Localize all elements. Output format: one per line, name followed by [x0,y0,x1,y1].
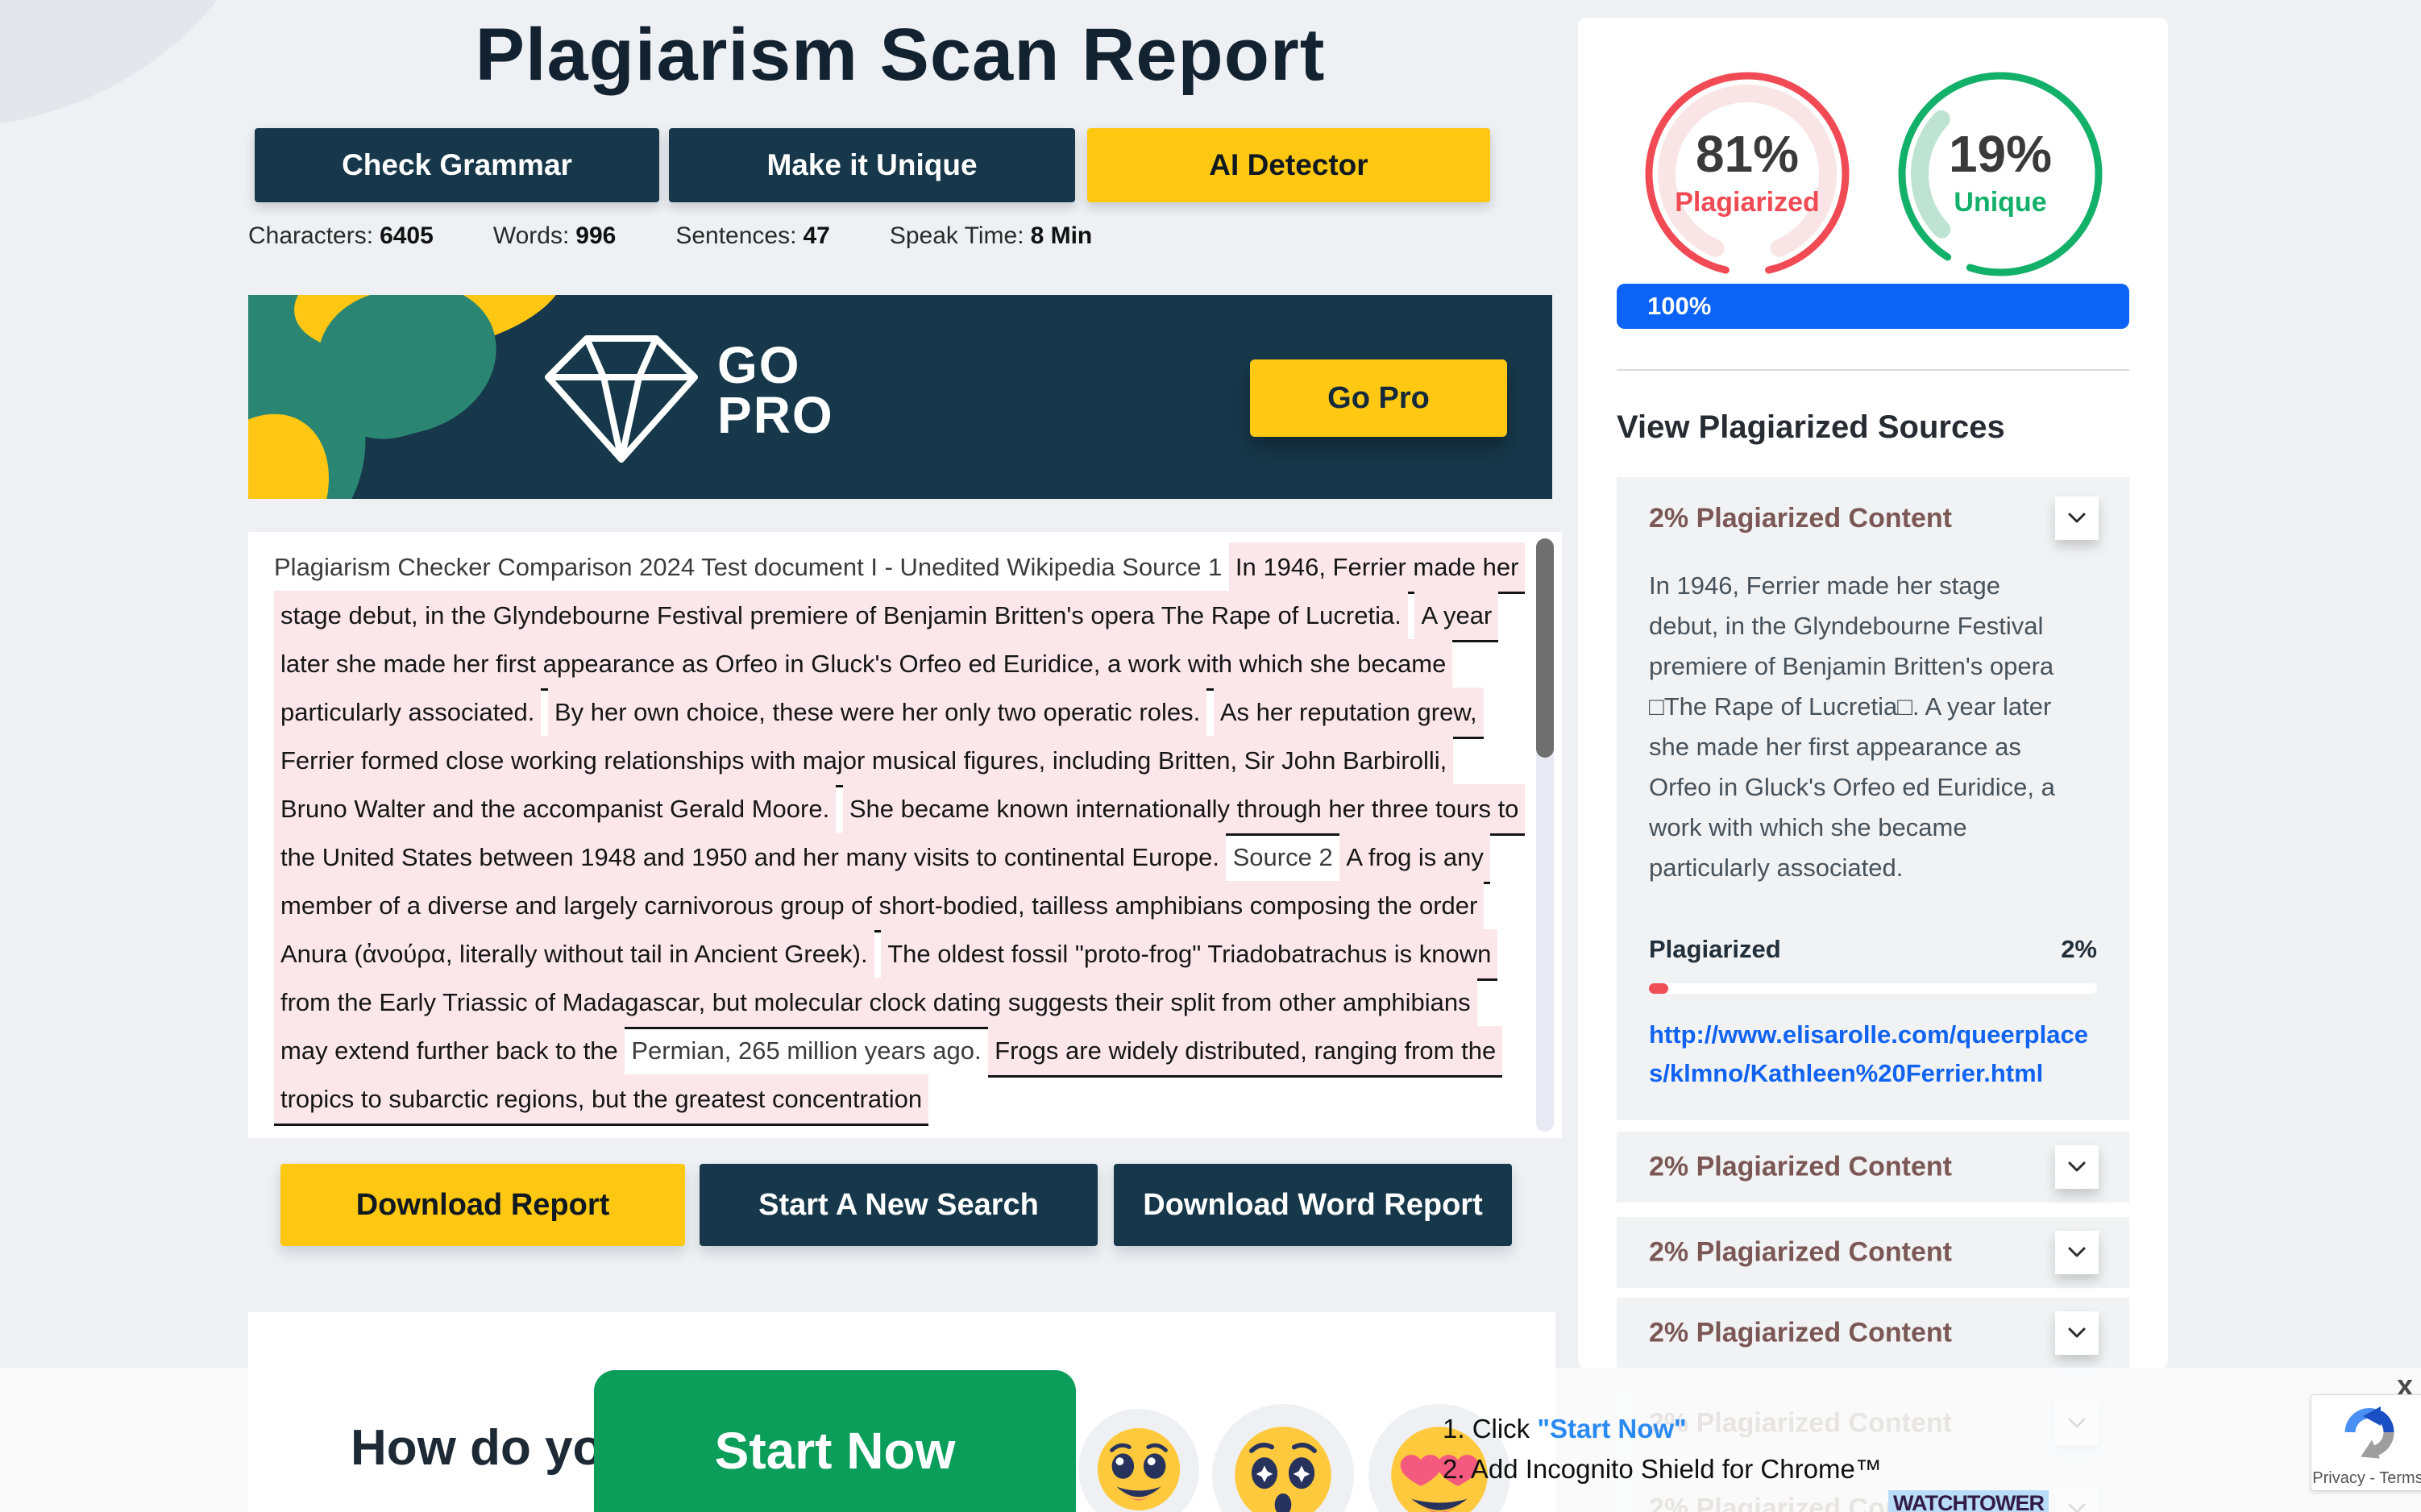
make-it-unique-button[interactable]: Make it Unique [669,128,1075,202]
plagiarized-donut: 81% Plagiarized [1638,64,1857,284]
go-pro-logo-text: GO PRO [717,340,834,440]
source-plagiarized-label: Plagiarized [1649,935,1781,964]
source-card-title: 2% Plagiarized Content [1649,1152,1952,1183]
plagiarized-percentage: 81% [1638,124,1857,184]
source-card-collapsed: 2% Plagiarized Content [1617,1298,2129,1369]
astonished-emoji [1212,1404,1354,1512]
source-card-collapsed: 2% Plagiarized Content [1617,1132,2129,1203]
document-plain-text: Plagiarism Checker Comparison 2024 Test … [274,553,1229,581]
recaptcha-badge[interactable]: Privacy - Terms [2311,1394,2421,1491]
scanned-document-text: Plagiarism Checker Comparison 2024 Test … [274,543,1519,1124]
watchtower-logo: WATCHTOWER [1888,1490,2049,1512]
page-title: Plagiarism Scan Report [248,13,1552,98]
stat-label: Speak Time: [890,222,1024,249]
source-card-title: 2% Plagiarized Content [1649,1237,1952,1269]
start-now-link[interactable]: "Start Now" [1537,1414,1686,1443]
divider [1617,369,2129,371]
document-plain-text: Permian, 265 million years ago. [625,1036,988,1065]
step-2-text: 2. Add Incognito Shield for Chrome™ [1443,1449,1882,1489]
stat-item: Characters: 6405 [248,222,434,250]
chevron-down-icon [2068,513,2086,524]
plagiarism-scan-report-page: Plagiarism Scan Report Check Grammar Mak… [0,0,2421,1512]
scan-progress-bar: 100% [1617,284,2129,329]
download-report-button[interactable]: Download Report [280,1164,685,1246]
stat-label: Words: [493,222,569,249]
source-excerpt: In 1946, Ferrier made her stage debut, i… [1649,566,2068,888]
document-scrollbar-thumb[interactable] [1536,538,1554,758]
expand-source-button[interactable] [2055,1231,2099,1274]
source-card-title: 2% Plagiarized Content [1649,503,1952,534]
collapse-source-button[interactable] [2055,496,2099,540]
stat-item: Words:996 [493,222,617,250]
stat-item: Speak Time: 8 Min [890,222,1092,250]
recaptcha-terms[interactable]: Privacy - Terms [2311,1469,2421,1488]
rating-ad-headline: How do you rate your [351,1407,633,1512]
plagiarized-sources-heading: View Plagiarized Sources [1617,409,2129,446]
corner-decoration [0,0,274,129]
expand-source-button[interactable] [2055,1145,2099,1189]
plagiarized-highlight: By her own choice, these were her only t… [548,687,1206,739]
stat-value: 6405 [380,222,434,249]
stat-value: 47 [803,222,829,249]
stat-item: Sentences: 47 [675,222,829,250]
ad-instructions: 1. Click "Start Now" 2. Add Incognito Sh… [1443,1409,1882,1489]
document-plain-text [1206,698,1214,726]
start-now-button[interactable]: Start Now [594,1370,1076,1512]
check-grammar-button[interactable]: Check Grammar [255,128,659,202]
expand-source-button[interactable] [2055,1311,2099,1355]
scanned-document-panel: Plagiarism Checker Comparison 2024 Test … [248,532,1562,1138]
source-url-link[interactable]: http://www.elisarolle.com/queerplaces/kl… [1649,1016,2103,1093]
download-word-report-button[interactable]: Download Word Report [1114,1164,1512,1246]
stat-value: 996 [575,222,616,249]
chevron-down-icon [2068,1247,2086,1258]
plagiarized-label: Plagiarized [1638,187,1857,218]
stat-label: Sentences: [675,222,796,249]
diamond-icon [537,324,706,469]
document-plain-text [874,940,882,968]
document-plain-text [836,795,843,823]
start-new-search-button[interactable]: Start A New Search [700,1164,1098,1246]
unique-label: Unique [1891,187,2110,218]
unique-percentage: 19% [1891,124,2110,184]
source-card-title: 2% Plagiarized Content [1649,1318,1952,1349]
source-plagiarized-value: 2% [2061,935,2097,964]
document-plain-text: Source 2 [1226,843,1339,871]
document-plain-text [541,698,548,726]
unique-donut: 19% Unique [1891,64,2110,284]
chevron-down-icon [2068,1161,2086,1173]
source-progress-fill [1649,983,1668,994]
stat-value: 8 Min [1031,222,1093,249]
source-progress-track [1649,983,2097,994]
star-struck-emoji [1078,1409,1199,1512]
step-1-text: 1. Click [1443,1414,1537,1443]
source-card-expanded: 2% Plagiarized Content In 1946, Ferrier … [1617,477,2129,1120]
ai-detector-button[interactable]: AI Detector [1087,128,1490,202]
recaptcha-icon [2339,1402,2400,1463]
rating-ad-panel: How do you rate your Start Now [248,1312,1555,1512]
stat-label: Characters: [248,222,373,249]
chevron-down-icon [2068,1327,2086,1339]
go-pro-button[interactable]: Go Pro [1250,359,1507,437]
source-card-collapsed: 2% Plagiarized Content [1617,1217,2129,1288]
document-stats-row: Characters: 6405 Words:996 Sentences: 47 Spea… [248,222,1552,250]
